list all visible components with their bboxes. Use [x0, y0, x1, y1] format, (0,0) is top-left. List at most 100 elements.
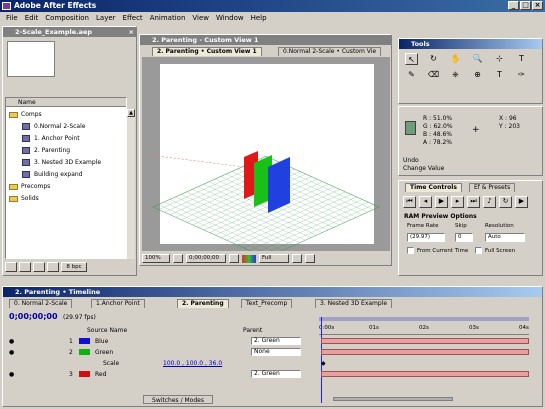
- last-frame-icon[interactable]: ⏭: [467, 196, 480, 208]
- menu-help[interactable]: Help: [251, 13, 267, 24]
- folder-item[interactable]: Precomps: [9, 182, 50, 191]
- comp-item[interactable]: 3. Nested 3D Example: [22, 158, 101, 167]
- channel-icon[interactable]: [242, 254, 256, 263]
- timeline-tab-3[interactable]: Text_Precomp: [241, 299, 293, 308]
- layer-duration-bar[interactable]: [321, 338, 529, 344]
- timeline-timecode[interactable]: 0;00;00;00: [9, 312, 58, 321]
- project-scrollbar[interactable]: ▲: [127, 109, 135, 259]
- parent-select[interactable]: 2. Green: [251, 337, 301, 345]
- close-button[interactable]: ×: [532, 1, 543, 10]
- layer-duration-bar[interactable]: [321, 349, 529, 355]
- from-current-checkbox[interactable]: From Current Time: [407, 247, 468, 254]
- folder-item[interactable]: Comps: [9, 110, 42, 119]
- visibility-icon[interactable]: ●: [9, 370, 14, 379]
- menu-edit[interactable]: Edit: [25, 13, 39, 24]
- tool-3-icon[interactable]: 🔍: [471, 53, 484, 65]
- timecode-display[interactable]: 0;00;00;00: [186, 254, 226, 263]
- transparency-icon[interactable]: [305, 254, 315, 263]
- tool-7-icon[interactable]: ⌫: [427, 69, 440, 81]
- first-frame-icon[interactable]: ⏮: [403, 196, 416, 208]
- layer-duration-bar[interactable]: [321, 371, 529, 377]
- ram-preview-icon[interactable]: ▶: [515, 196, 528, 208]
- minimize-button[interactable]: _: [508, 1, 519, 10]
- menu-composition[interactable]: Composition: [45, 13, 89, 24]
- comp-item[interactable]: 1. Anchor Point: [22, 134, 80, 143]
- zoom-select[interactable]: 100%: [142, 254, 170, 263]
- full-screen-checkbox[interactable]: Full Screen: [475, 247, 515, 254]
- ruler-tick-label: 01s: [369, 325, 379, 331]
- layer-name[interactable]: Blue: [95, 337, 108, 346]
- scale-value[interactable]: 100.0 , 100.0 , 36.0: [163, 359, 222, 368]
- comp-item[interactable]: Building expand: [22, 170, 82, 179]
- comp-item[interactable]: 0.Normal 2-Scale: [22, 122, 85, 131]
- interpret-footage-icon[interactable]: [5, 262, 17, 272]
- menu-animation[interactable]: Animation: [150, 13, 186, 24]
- parent-select[interactable]: None: [251, 348, 301, 356]
- audio-icon[interactable]: ♪: [483, 196, 496, 208]
- close-icon[interactable]: ×: [129, 27, 134, 37]
- keyframe-icon[interactable]: ◆: [321, 359, 326, 368]
- layer-row[interactable]: ● 3 Red 2. Green: [3, 370, 545, 379]
- next-frame-icon[interactable]: ▸: [451, 196, 464, 208]
- property-row[interactable]: Scale 100.0 , 100.0 , 36.0 ◆: [3, 359, 545, 368]
- layer-row[interactable]: ● 2 Green None: [3, 348, 545, 357]
- column-header-name[interactable]: Name: [6, 98, 126, 107]
- tab-time-controls[interactable]: Time Controls: [405, 183, 462, 192]
- snapshot-icon[interactable]: [229, 254, 239, 263]
- region-icon[interactable]: [292, 254, 302, 263]
- tool-9-icon[interactable]: ⊕: [471, 69, 484, 81]
- item-label: 1. Anchor Point: [34, 135, 80, 142]
- tool-8-icon[interactable]: ⎈: [449, 69, 462, 81]
- item-label: Comps: [21, 111, 42, 118]
- parent-select[interactable]: 2. Green: [251, 370, 301, 378]
- menu-window[interactable]: Window: [216, 13, 244, 24]
- timeline-tab-0[interactable]: 0. Normal 2-Scale: [9, 299, 73, 308]
- tool-11-icon[interactable]: ✑: [515, 69, 528, 81]
- new-comp-icon[interactable]: [33, 262, 45, 272]
- column-header-parent[interactable]: Parent: [243, 327, 262, 334]
- tool-1-icon[interactable]: ↻: [427, 53, 440, 65]
- layer-name[interactable]: Red: [95, 370, 106, 379]
- loop-icon[interactable]: ↻: [499, 196, 512, 208]
- menu-file[interactable]: File: [6, 13, 18, 24]
- bpc-button[interactable]: 8 bpc: [61, 262, 87, 272]
- trash-icon[interactable]: [47, 262, 59, 272]
- folder-item[interactable]: Solids: [9, 194, 39, 203]
- tool-6-icon[interactable]: ✎: [405, 69, 418, 81]
- app-titlebar: Adobe After Effects _ □ ×: [0, 0, 545, 12]
- prev-frame-icon[interactable]: ◂: [419, 196, 432, 208]
- play-icon[interactable]: ▶: [435, 196, 448, 208]
- frame-rate-select[interactable]: (29.97): [407, 233, 445, 242]
- menu-effect[interactable]: Effect: [123, 13, 143, 24]
- work-area-bar[interactable]: [319, 317, 529, 321]
- comp-item[interactable]: 2. Parenting: [22, 146, 70, 155]
- tab-comp-normal[interactable]: 0.Normal 2-Scale • Custom Vie: [278, 47, 382, 56]
- tool-4-icon[interactable]: ⊹: [493, 53, 506, 65]
- timeline-tab-4[interactable]: 3. Nested 3D Example: [315, 299, 393, 308]
- timeline-tab-1[interactable]: 1.Anchor Point: [91, 299, 145, 308]
- tool-2-icon[interactable]: ✋: [449, 53, 462, 65]
- layer-row[interactable]: ● 1 Blue 2. Green: [3, 337, 545, 346]
- timeline-zoom-slider[interactable]: [333, 397, 453, 401]
- switches-modes-button[interactable]: Switches / Modes: [143, 395, 213, 404]
- menu-layer[interactable]: Layer: [96, 13, 116, 24]
- tool-5-icon[interactable]: T: [515, 53, 528, 65]
- ruler-tick-label: 02s: [419, 325, 429, 331]
- new-folder-icon[interactable]: [19, 262, 31, 272]
- menu-view[interactable]: View: [192, 13, 209, 24]
- resolution-select[interactable]: Full: [259, 254, 289, 263]
- visibility-icon[interactable]: ●: [9, 337, 14, 346]
- visibility-icon[interactable]: ●: [9, 348, 14, 357]
- skip-field[interactable]: 0: [455, 233, 473, 242]
- column-header-source[interactable]: Source Name: [87, 327, 127, 334]
- timeline-tab-2[interactable]: 2. Parenting: [177, 299, 229, 308]
- tab-comp-parenting[interactable]: 2. Parenting • Custom View 1: [152, 47, 262, 56]
- tool-10-icon[interactable]: T: [493, 69, 506, 81]
- layer-name[interactable]: Green: [95, 348, 113, 357]
- timeline-title: 2. Parenting • Timeline: [3, 287, 542, 297]
- maximize-button[interactable]: □: [520, 1, 531, 10]
- safe-zones-icon[interactable]: [173, 254, 183, 263]
- tab-effects-presets[interactable]: Ef & Presets: [469, 183, 516, 192]
- resolution-ram-select[interactable]: Auto: [485, 233, 525, 242]
- tool-0-icon[interactable]: ↖: [405, 53, 418, 65]
